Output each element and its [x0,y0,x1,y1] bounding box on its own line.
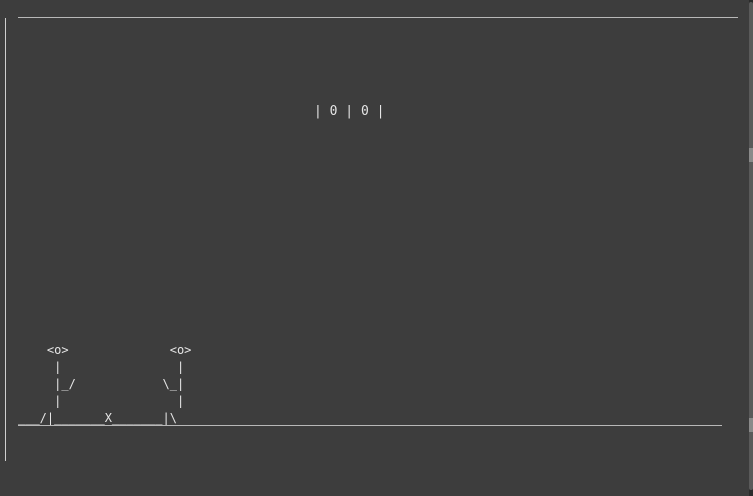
scrollbar[interactable] [749,0,753,496]
ground-line [18,425,722,426]
scrollbar-thumb[interactable] [749,2,753,490]
top-border-line [18,17,738,18]
terminal-window: | 0 | 0 | <o> <o> | | |_/ \_| | | ___/|_… [0,0,753,496]
scrollbar-marker [749,148,753,162]
scoreboard: | 0 | 0 | [314,104,385,119]
game-field-ascii: <o> <o> | | |_/ \_| | | ___/|_______X___… [18,343,192,425]
left-border-line [5,18,6,461]
scrollbar-marker [749,418,753,432]
